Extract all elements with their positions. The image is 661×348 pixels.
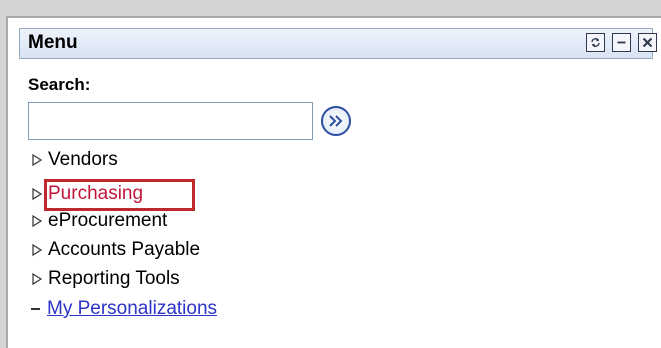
menu-item-eprocurement[interactable]: eProcurement [30, 208, 167, 234]
triangle-right-icon [32, 214, 43, 228]
triangle-right-icon [32, 243, 43, 257]
menu-item-label: Accounts Payable [48, 239, 201, 260]
search-label: Search: [28, 75, 91, 94]
dash-icon [31, 308, 40, 310]
my-personalizations-item[interactable]: My Personalizations [31, 296, 217, 322]
highlight-box [44, 179, 195, 211]
menu-item-label: Reporting Tools [48, 268, 180, 289]
minimize-icon [617, 41, 626, 44]
search-input[interactable] [28, 102, 313, 140]
menu-title: Menu [28, 32, 78, 53]
menu-item-label: eProcurement [48, 210, 168, 231]
refresh-icon [591, 38, 600, 47]
menu-item-vendors[interactable]: Vendors [30, 147, 118, 173]
triangle-right-icon [32, 153, 43, 167]
double-chevron-right-icon [329, 115, 343, 127]
minimize-button[interactable] [612, 33, 631, 52]
menu-item-accounts-payable[interactable]: Accounts Payable [30, 237, 200, 263]
menu-header: Menu [19, 28, 657, 59]
my-personalizations-link[interactable]: My Personalizations [47, 298, 217, 320]
triangle-right-icon [32, 187, 43, 201]
search-go-button[interactable] [321, 106, 351, 136]
menu-item-label: Vendors [48, 149, 118, 170]
triangle-right-icon [32, 272, 43, 286]
close-button[interactable] [638, 33, 657, 52]
menu-item-reporting-tools[interactable]: Reporting Tools [30, 266, 180, 292]
refresh-button[interactable] [586, 33, 605, 52]
close-icon [642, 37, 653, 48]
